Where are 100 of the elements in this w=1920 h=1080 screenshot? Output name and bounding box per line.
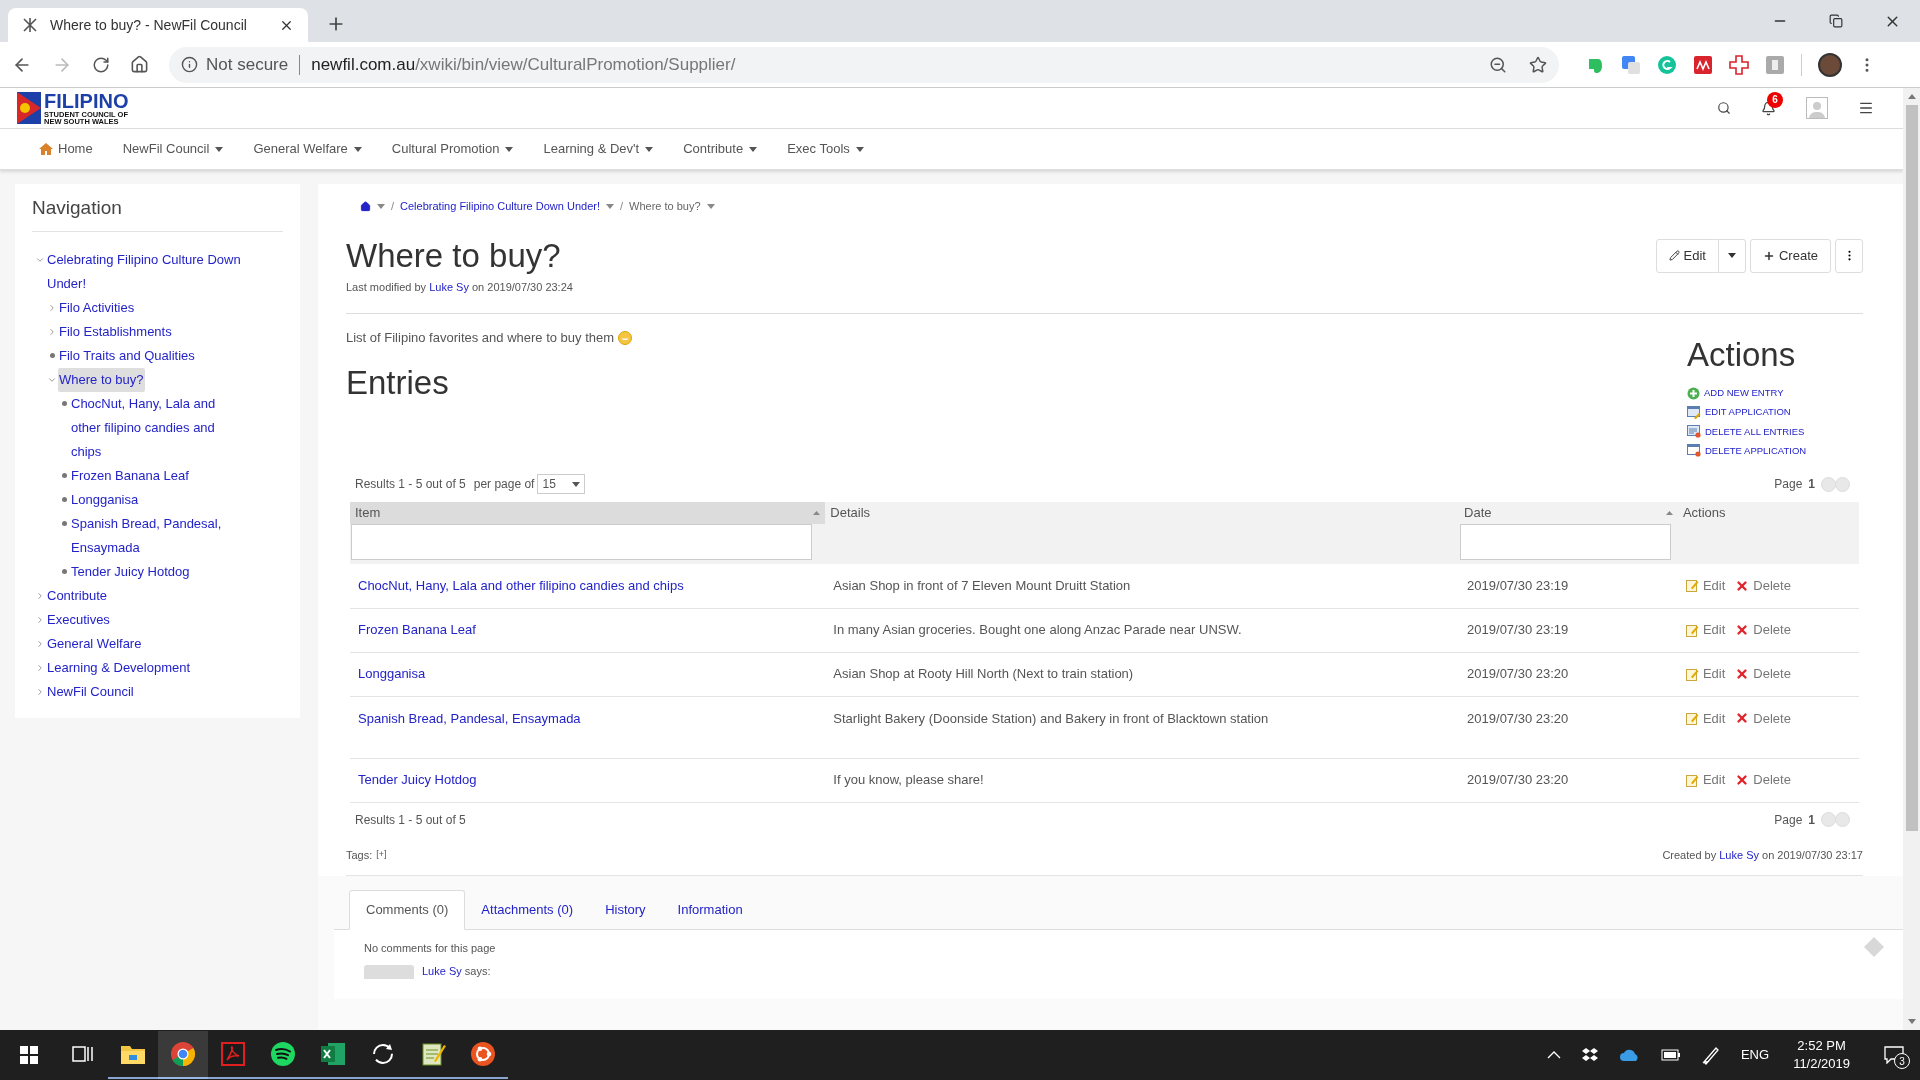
nav-link[interactable]: Celebrating Filipino Culture Down Under!	[46, 247, 247, 296]
item-link[interactable]: Tender Juicy Hotdog	[358, 772, 477, 788]
nav-link[interactable]: Tender Juicy Hotdog	[70, 559, 191, 584]
menu-item[interactable]: Home	[38, 139, 93, 159]
nav-link[interactable]: Learning & Development	[46, 655, 192, 680]
add-tag-link[interactable]: [+]	[376, 848, 387, 862]
per-page-select[interactable]: 15	[537, 474, 586, 494]
profile-avatar[interactable]	[1818, 52, 1842, 77]
column-header: Actions	[1677, 502, 1859, 524]
action-link[interactable]: DELETE APPLICATION	[1687, 443, 1863, 458]
column-header[interactable]: Date	[1459, 502, 1678, 524]
nav-link[interactable]: Spanish Bread, Pandesal, Ensaymada	[70, 511, 247, 560]
edit-link[interactable]: Edit	[1685, 708, 1726, 728]
scroll-up-icon[interactable]	[1907, 94, 1916, 99]
nav-link[interactable]: Longganisa	[70, 487, 140, 512]
taskbar-app[interactable]	[158, 1031, 208, 1079]
delete-link[interactable]: Delete	[1735, 664, 1791, 684]
action-center-icon[interactable]	[1884, 1046, 1904, 1064]
menu-item[interactable]: Cultural Promotion	[391, 139, 514, 159]
browser-tab[interactable]: Where to buy? - NewFil Council	[8, 8, 308, 42]
nav-link[interactable]: ChocNut, Hany, Lala and other filipino candies and chips	[70, 391, 247, 464]
nav-link[interactable]: NewFil Council	[46, 679, 135, 704]
translate-extension-icon[interactable]	[1621, 54, 1641, 75]
nav-link[interactable]: Frozen Banana Leaf	[70, 463, 190, 488]
item-link[interactable]: Longganisa	[358, 666, 426, 682]
clock-date: 11/2/2019	[1793, 1055, 1850, 1073]
box-tray-icon[interactable]	[1580, 1047, 1599, 1063]
nav-link[interactable]: Filo Activities	[58, 295, 136, 320]
pencil-note-icon	[1685, 579, 1699, 593]
scroll-down-icon[interactable]	[1907, 1019, 1916, 1024]
nav-link[interactable]: Where to buy?	[58, 367, 145, 392]
column-header[interactable]: Item	[350, 502, 826, 524]
letter-m-extension-icon[interactable]	[1693, 54, 1713, 75]
edit-link[interactable]: Edit	[1685, 620, 1726, 640]
delete-link[interactable]: Delete	[1735, 708, 1791, 728]
menu-item[interactable]: NewFil Council	[122, 139, 224, 159]
language-indicator[interactable]: ENG	[1740, 1045, 1770, 1065]
nav-link[interactable]: Filo Establishments	[58, 319, 173, 344]
pen-icon[interactable]	[1700, 1045, 1721, 1065]
notification-count: 3	[1894, 1053, 1910, 1069]
sun-flag-icon	[17, 92, 41, 124]
nav-link[interactable]: General Welfare	[46, 631, 143, 656]
caret-icon	[215, 146, 224, 152]
restore-icon[interactable]	[1829, 14, 1843, 28]
menu-item[interactable]: Exec Tools	[787, 139, 864, 159]
action-link[interactable]: DELETE ALL ENTRIES	[1687, 424, 1863, 439]
clock[interactable]: 2:52 PM 11/2/2019	[1789, 1037, 1854, 1073]
action-link[interactable]: EDIT APPLICATION	[1687, 405, 1863, 420]
cross-extension-icon[interactable]	[1729, 54, 1749, 75]
date-cell: 2019/07/30 23:19	[1467, 578, 1569, 593]
menu-item[interactable]: Contribute	[683, 139, 758, 159]
details-cell: Starlight Bakery (Doonside Station) and Bakery in front of Blacktown station	[833, 710, 1269, 726]
breadcrumb-link[interactable]: Celebrating Filipino Culture Down Under!	[400, 198, 600, 215]
info-icon[interactable]	[181, 56, 198, 73]
tab[interactable]: Information	[661, 890, 759, 930]
action-link[interactable]: ADD NEW ENTRY	[1687, 386, 1863, 401]
sort-arrow-icon[interactable]	[813, 511, 821, 515]
tab[interactable]: Comments (0)	[349, 890, 466, 930]
scrollbar-thumb[interactable]	[1905, 105, 1918, 831]
item-link[interactable]: Spanish Bread, Pandesal, Ensaymada	[358, 710, 581, 726]
create-button[interactable]: Create	[1749, 238, 1831, 273]
zoom-icon[interactable]	[1489, 55, 1507, 74]
battery-icon[interactable]	[1660, 1049, 1681, 1061]
delete-link[interactable]: Delete	[1735, 576, 1791, 596]
search-icon[interactable]	[1717, 101, 1731, 115]
item-link[interactable]: Frozen Banana Leaf	[358, 622, 476, 638]
item-link[interactable]: ChocNut, Hany, Lala and other filipino candies and chips	[358, 578, 684, 593]
edit-link[interactable]: Edit	[1685, 770, 1726, 790]
commenter-avatar	[364, 965, 414, 979]
cloud-icon[interactable]	[1618, 1048, 1641, 1062]
edit-link[interactable]: Edit	[1685, 576, 1726, 596]
menu-item[interactable]: Learning & Dev't	[543, 139, 654, 159]
filter-field[interactable]	[1460, 524, 1672, 560]
edit-button[interactable]: Edit	[1655, 238, 1719, 273]
home-icon[interactable]	[130, 55, 149, 74]
commenter-link[interactable]: Luke Sy	[422, 964, 462, 977]
edit-link[interactable]: Edit	[1685, 664, 1726, 684]
reload-icon[interactable]	[92, 55, 110, 74]
breadcrumb-link[interactable]: Where to buy?	[629, 198, 701, 215]
delete-link[interactable]: Delete	[1735, 620, 1791, 640]
menu-item[interactable]: General Welfare	[253, 139, 362, 159]
chevron-up-icon[interactable]	[1546, 1051, 1561, 1059]
tab[interactable]: History	[589, 890, 662, 930]
menu-icon[interactable]	[1858, 100, 1874, 116]
scrollbar[interactable]	[1903, 88, 1920, 1030]
bookmark-star-icon[interactable]	[1529, 55, 1547, 74]
page-label: Page	[1774, 476, 1803, 493]
author-link[interactable]: Luke Sy	[429, 280, 469, 293]
edit-dropdown-button[interactable]	[1718, 238, 1746, 273]
address-bar[interactable]: Not secure newfil.com.au/xwiki/bin/view/CulturalPromotion/Supplier/	[169, 46, 1559, 83]
filter-field[interactable]	[351, 524, 813, 560]
nav-link[interactable]: Executives	[46, 607, 111, 632]
windows-start-icon[interactable]	[20, 1046, 38, 1064]
nav-link[interactable]: Filo Traits and Qualities	[58, 343, 196, 368]
delete-link[interactable]: Delete	[1735, 770, 1791, 790]
nav-link[interactable]: Contribute	[46, 583, 108, 608]
tab[interactable]: Attachments (0)	[465, 890, 590, 930]
author-link[interactable]: Luke Sy	[1719, 848, 1759, 861]
breadcrumb-home-icon[interactable]	[360, 200, 371, 212]
sort-arrow-icon[interactable]	[1665, 511, 1673, 515]
